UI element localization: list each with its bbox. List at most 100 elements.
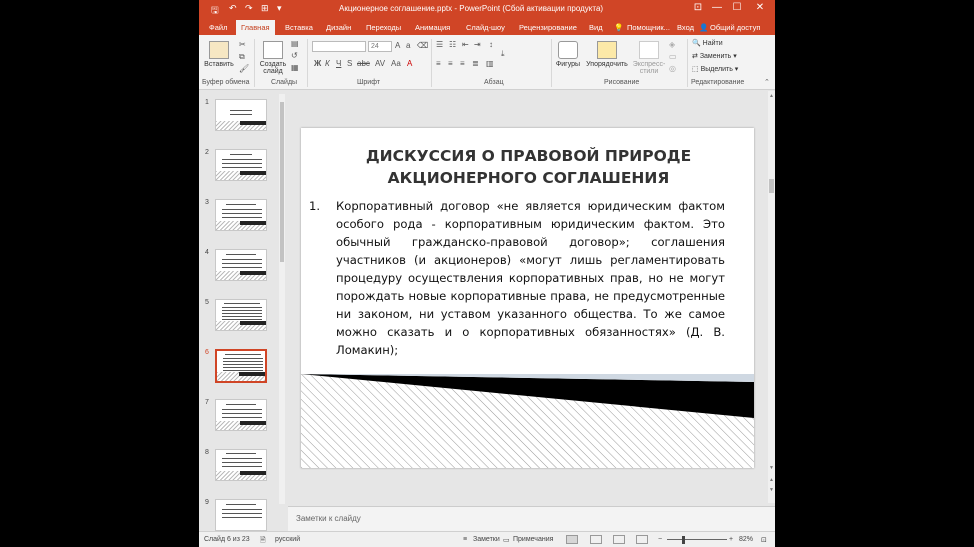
slide-sorter-button[interactable] bbox=[590, 535, 602, 544]
text-direction-icon[interactable]: ⤓ bbox=[501, 49, 505, 59]
shadow-icon[interactable]: S bbox=[347, 59, 352, 68]
columns-icon[interactable]: ▥ bbox=[486, 59, 494, 68]
decrease-indent-icon[interactable]: ⇤ bbox=[462, 40, 469, 49]
tab-slideshow[interactable]: Слайд-шоу bbox=[466, 23, 505, 32]
zoom-in-button[interactable]: + bbox=[729, 536, 733, 543]
underline-icon[interactable]: Ч bbox=[336, 59, 341, 68]
numbering-icon[interactable]: ☷ bbox=[449, 40, 456, 49]
slide-thumbnail[interactable] bbox=[215, 499, 267, 531]
maximize-button[interactable]: ☐ bbox=[729, 2, 745, 13]
ribbon-display-options-icon[interactable]: ⊡ bbox=[690, 2, 706, 13]
reading-view-button[interactable] bbox=[613, 535, 625, 544]
decrease-font-icon[interactable]: a bbox=[406, 41, 410, 50]
increase-indent-icon[interactable]: ⇥ bbox=[474, 40, 481, 49]
scroll-down-icon[interactable]: ▼ bbox=[769, 465, 774, 471]
align-left-icon[interactable]: ≡ bbox=[436, 59, 441, 68]
tab-review[interactable]: Рецензирование bbox=[519, 23, 577, 32]
section-icon[interactable]: ▦ bbox=[291, 63, 299, 72]
tab-insert[interactable]: Вставка bbox=[285, 23, 313, 32]
bold-icon[interactable]: Ж bbox=[314, 59, 321, 68]
previous-slide-icon[interactable]: ▲ bbox=[769, 477, 774, 483]
tab-design[interactable]: Дизайн bbox=[326, 23, 351, 32]
slide-thumbnail-selected[interactable] bbox=[215, 349, 267, 383]
arrange-button[interactable]: Упорядочить bbox=[585, 41, 629, 68]
notes-pane[interactable]: Заметки к слайду bbox=[288, 506, 775, 531]
sign-in-link[interactable]: Вход bbox=[677, 23, 694, 32]
create-slide-button[interactable]: Создать слайд bbox=[258, 41, 288, 75]
slide[interactable]: ДИСКУССИЯ О ПРАВОВОЙ ПРИРОДЕ АКЦИОНЕРНОГ… bbox=[301, 128, 754, 468]
shapes-button[interactable]: Фигуры bbox=[554, 41, 582, 68]
slide-thumbnail[interactable] bbox=[215, 99, 267, 131]
line-spacing-icon[interactable]: ↕ bbox=[489, 40, 493, 49]
shape-effects-icon[interactable]: ◎ bbox=[669, 64, 676, 73]
align-center-icon[interactable]: ≡ bbox=[448, 59, 453, 68]
slideshow-button[interactable] bbox=[636, 535, 648, 544]
slide-scroll-thumb[interactable] bbox=[769, 179, 774, 193]
character-spacing-icon[interactable]: AV bbox=[375, 59, 385, 68]
notes-icon[interactable]: ≡ bbox=[463, 536, 467, 543]
minimize-button[interactable]: — bbox=[709, 2, 725, 13]
italic-icon[interactable]: К bbox=[325, 59, 330, 68]
tell-me-lightbulb-icon[interactable]: 💡 bbox=[614, 23, 623, 32]
cut-icon[interactable]: ✂ bbox=[239, 40, 246, 49]
slide-thumbnail[interactable] bbox=[215, 299, 267, 331]
copy-icon[interactable]: ⧉ bbox=[239, 52, 245, 62]
tab-transitions[interactable]: Переходы bbox=[366, 23, 401, 32]
format-painter-icon[interactable]: 🖌 bbox=[239, 64, 249, 73]
select-button[interactable]: ⬚ Выделить ▾ bbox=[692, 65, 738, 73]
tab-animations[interactable]: Анимация bbox=[415, 23, 450, 32]
font-color-icon[interactable]: A bbox=[407, 59, 412, 68]
zoom-slider[interactable] bbox=[667, 539, 727, 540]
thumbnails-scrollbar[interactable] bbox=[279, 94, 285, 504]
slide-thumbnail[interactable] bbox=[215, 249, 267, 281]
comments-icon[interactable]: ▭ bbox=[503, 536, 510, 544]
font-size-box[interactable]: 24 bbox=[368, 41, 392, 52]
tab-file[interactable]: Файл bbox=[209, 23, 227, 32]
layout-icon[interactable]: ▤ bbox=[291, 39, 299, 48]
slide-title[interactable]: ДИСКУССИЯ О ПРАВОВОЙ ПРИРОДЕ АКЦИОНЕРНОГ… bbox=[321, 145, 736, 189]
redo-icon[interactable]: ↷ bbox=[245, 3, 253, 14]
share-person-icon[interactable]: 👤 bbox=[699, 23, 708, 32]
slide-scrollbar[interactable]: ▲ ▼ ▲ ▼ bbox=[768, 91, 775, 503]
slide-thumbnail[interactable] bbox=[215, 449, 267, 481]
replace-button[interactable]: ⇄ Заменить ▾ bbox=[692, 52, 737, 60]
share-button[interactable]: Общий доступ bbox=[710, 23, 760, 32]
find-button[interactable]: 🔍 Найти bbox=[692, 39, 723, 47]
quick-styles-button[interactable]: Экспресс-стили bbox=[632, 41, 666, 75]
fit-slide-icon[interactable]: ⊡ bbox=[761, 536, 767, 544]
tab-view[interactable]: Вид bbox=[589, 23, 603, 32]
zoom-level[interactable]: 82% bbox=[739, 536, 753, 543]
slide-thumbnail[interactable] bbox=[215, 199, 267, 231]
zoom-out-button[interactable]: − bbox=[658, 536, 662, 543]
strikethrough-icon[interactable]: abc bbox=[357, 59, 370, 68]
reset-icon[interactable]: ↺ bbox=[291, 51, 298, 60]
normal-view-button[interactable] bbox=[566, 535, 578, 544]
undo-icon[interactable]: ↶ bbox=[229, 3, 237, 14]
increase-font-icon[interactable]: A bbox=[395, 41, 400, 50]
comments-toggle[interactable]: Примечания bbox=[513, 536, 553, 543]
slide-thumbnail[interactable] bbox=[215, 149, 267, 181]
thumbnails-scroll-thumb[interactable] bbox=[280, 102, 284, 262]
shape-fill-icon[interactable]: ◈ bbox=[669, 40, 675, 49]
save-icon[interactable]: 🖫 bbox=[211, 3, 219, 19]
tell-me-box[interactable]: Помощник... bbox=[627, 23, 670, 32]
paste-button[interactable]: Вставить bbox=[202, 41, 236, 68]
change-case-icon[interactable]: Aa bbox=[391, 59, 401, 68]
clear-formatting-icon[interactable]: ⌫ bbox=[417, 41, 428, 50]
shape-outline-icon[interactable]: ▭ bbox=[669, 52, 677, 61]
slide-thumbnail[interactable] bbox=[215, 399, 267, 431]
zoom-slider-knob[interactable] bbox=[682, 536, 685, 544]
justify-icon[interactable]: ≣ bbox=[472, 59, 479, 68]
close-button[interactable]: ✕ bbox=[752, 2, 768, 13]
notes-toggle[interactable]: Заметки bbox=[473, 536, 500, 543]
language-indicator[interactable]: русский bbox=[275, 536, 300, 543]
scroll-up-icon[interactable]: ▲ bbox=[769, 93, 774, 99]
font-name-box[interactable] bbox=[312, 41, 366, 52]
bullets-icon[interactable]: ☰ bbox=[436, 40, 443, 49]
align-right-icon[interactable]: ≡ bbox=[460, 59, 465, 68]
spellcheck-icon[interactable]: 🗎 bbox=[260, 536, 266, 547]
collapse-ribbon-icon[interactable]: ⌃ bbox=[764, 78, 770, 86]
start-from-beginning-icon[interactable]: ⊞ bbox=[261, 3, 269, 14]
tab-home[interactable]: Главная bbox=[236, 20, 275, 35]
next-slide-icon[interactable]: ▼ bbox=[769, 487, 774, 493]
